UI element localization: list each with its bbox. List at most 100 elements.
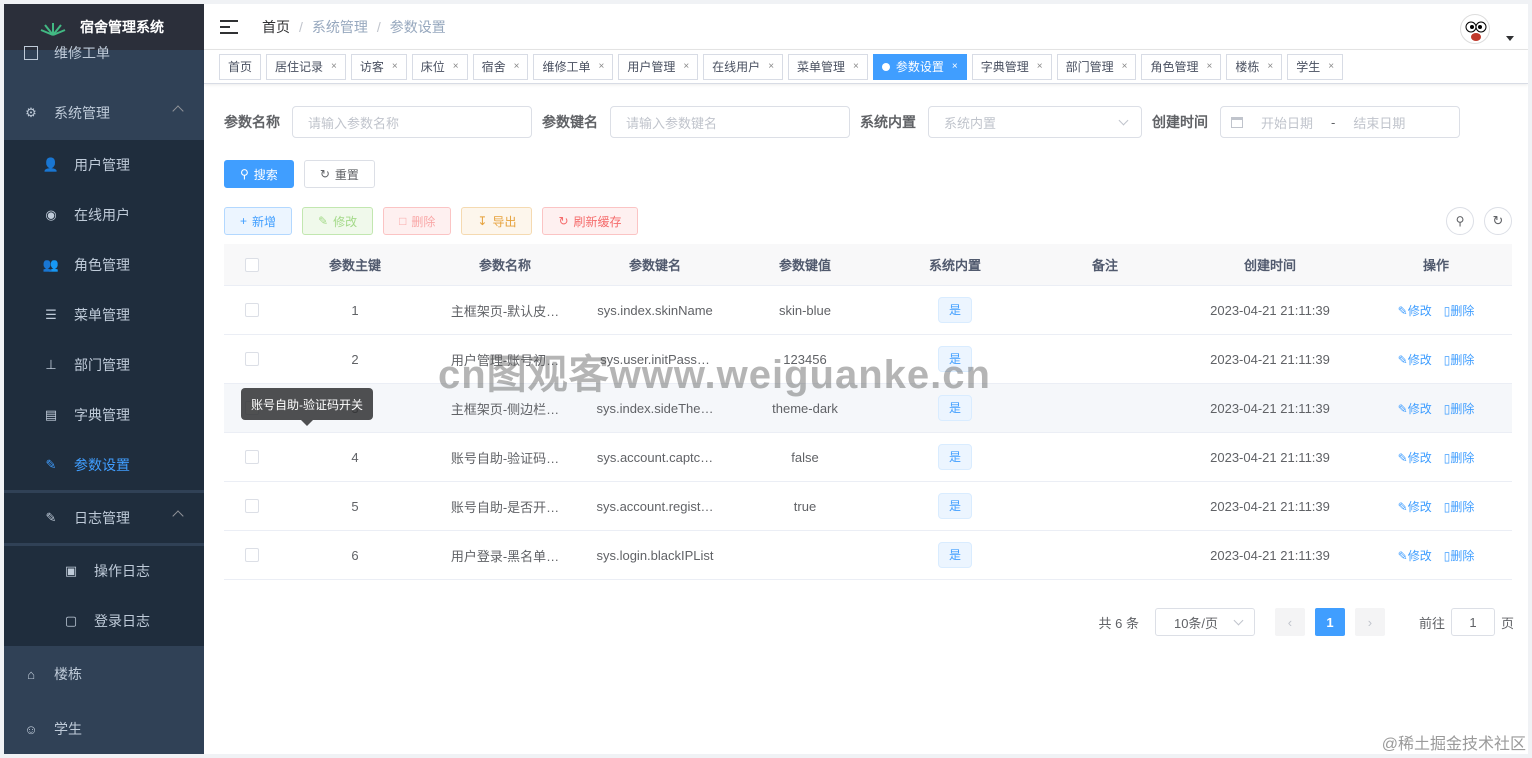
column-header: 参数主键 [328,258,381,273]
close-icon[interactable]: × [952,55,958,79]
close-icon[interactable]: × [1328,55,1334,79]
row-edit-button[interactable]: ✎修改 [1398,402,1432,416]
prev-page-button[interactable]: ‹ [1274,608,1305,636]
row-delete-button[interactable]: ▯删除 [1444,451,1475,465]
row-edit-button[interactable]: ✎修改 [1398,451,1432,465]
row-edit-button[interactable]: ✎修改 [1398,304,1432,318]
sidebar-item-12[interactable]: ☺ 学生 [4,704,204,754]
sidebar-item-1[interactable]: 👤 用户管理 [4,140,204,190]
reset-button[interactable]: ↻ 重置 [303,160,375,188]
sidebar: 维修工单 宿舍管理系统 ⚙ 系统管理 👤 用户管理 ◉ 在线用户 👥 角色管理 ☰ 菜单管理 ⊥ 部门… [4,4,204,754]
close-icon[interactable]: × [1037,55,1043,79]
close-icon[interactable]: × [683,55,689,79]
row-delete-button[interactable]: ▯删除 [1444,304,1475,318]
edit-icon: ✎ [1397,303,1408,318]
breadcrumb-item[interactable]: 首页 [262,17,290,37]
refresh-cache-button[interactable]: ↻ 刷新缓存 [542,207,638,235]
tab-1[interactable]: 居住记录 × [266,53,346,80]
tab-14[interactable]: 学生 × [1287,53,1344,80]
close-icon[interactable]: × [1267,55,1273,79]
sidebar-item-11[interactable]: ⌂ 楼栋 [4,649,204,699]
close-icon[interactable]: × [853,55,859,79]
row-edit-button[interactable]: ✎修改 [1398,353,1432,367]
tab-13[interactable]: 楼栋 × [1226,53,1283,80]
row-delete-button[interactable]: ▯删除 [1444,500,1475,514]
config-type-select[interactable]: 系统内置 [928,106,1142,138]
tab-5[interactable]: 维修工单 × [533,53,614,80]
sidebar-item-10[interactable]: ▢ 登录日志 [4,596,204,646]
row-delete-button[interactable]: ▯删除 [1444,402,1475,416]
tab-12[interactable]: 角色管理 × [1141,53,1222,80]
row-delete-button[interactable]: ▯删除 [1444,353,1475,367]
table-row[interactable]: 6 用户登录-黑名单… sys.login.blackIPList 是 2023-04-… [224,531,1512,580]
table-row[interactable]: 5 账号自助-是否开… sys.account.regist… true 是 2023-0… [224,482,1512,531]
row-checkbox[interactable] [245,499,259,513]
date-range-picker[interactable]: 开始日期 - 结束日期 [1220,106,1460,138]
close-icon[interactable]: × [392,55,398,79]
avatar[interactable] [1460,14,1490,44]
row-checkbox[interactable] [245,548,259,562]
table-row[interactable]: 4 账号自助-验证码… sys.account.captc… false 是 2023-0… [224,433,1512,482]
add-button[interactable]: + 新增 [224,207,293,235]
sidebar-item-7[interactable]: ✎ 参数设置 [4,440,204,490]
sidebar-item-5[interactable]: ⊥ 部门管理 [4,340,204,390]
cell-key: sys.login.blackIPList [596,547,714,563]
close-icon[interactable]: × [331,55,337,79]
tab-3[interactable]: 床位 × [411,53,468,80]
sidebar-item-2[interactable]: ◉ 在线用户 [4,190,204,240]
tab-7[interactable]: 在线用户 × [703,53,784,80]
close-icon[interactable]: × [768,55,774,79]
config-name-input[interactable]: 请输入参数名称 [292,106,532,138]
export-button[interactable]: ↧ 导出 [461,207,533,235]
close-icon[interactable]: × [514,55,520,79]
toggle-search-button[interactable]: ⚲ [1446,207,1474,235]
table-row[interactable]: 1 主框架页-默认皮… sys.index.skinName skin-blue 是 20… [224,286,1512,335]
caret-down-icon[interactable] [1506,36,1514,41]
building-icon: ⌂ [27,666,35,682]
sidebar-item-partial[interactable]: 维修工单 [4,38,204,68]
refresh-table-button[interactable]: ↻ [1484,207,1512,235]
tab-10[interactable]: 字典管理 × [971,53,1052,80]
tab-6[interactable]: 用户管理 × [618,53,699,80]
cell-id: 1 [351,302,359,318]
edit-button[interactable]: ✎ 修改 [302,207,374,235]
row-edit-button[interactable]: ✎修改 [1398,500,1432,514]
row-checkbox[interactable] [245,352,259,366]
tab-8[interactable]: 菜单管理 × [788,53,868,80]
search-button[interactable]: ⚲ 搜索 [224,160,294,188]
delete-button[interactable]: □ 删除 [383,207,452,235]
tab-11[interactable]: 部门管理 × [1056,53,1137,80]
page-size-select[interactable]: 10条/页 [1154,608,1255,636]
row-checkbox[interactable] [245,303,259,317]
sidebar-item-4[interactable]: ☰ 菜单管理 [4,290,204,340]
column-header: 操作 [1422,258,1449,273]
tab-4[interactable]: 宿舍 × [472,53,529,80]
hamburger-icon[interactable] [220,19,238,34]
close-icon[interactable]: × [1122,55,1128,79]
tab-0[interactable]: 首页 [219,53,262,80]
sidebar-item-label: 日志管理 [74,510,130,526]
config-type-label: 系统内置 [860,114,916,130]
close-icon[interactable]: × [1206,55,1212,79]
sidebar-item-0[interactable]: ⚙ 系统管理 [4,88,204,138]
search-form: 参数名称 请输入参数名称 参数键名 请输入参数键名 系统内置 系统内置 创建时间… [224,106,1470,138]
next-page-button[interactable]: › [1354,608,1385,636]
select-all-checkbox[interactable] [245,257,259,272]
goto-page-input[interactable]: 1 [1450,608,1495,636]
row-checkbox[interactable] [245,450,259,464]
sidebar-item-3[interactable]: 👥 角色管理 [4,240,204,290]
row-edit-button[interactable]: ✎修改 [1398,549,1432,563]
close-icon[interactable]: × [598,55,604,79]
config-key-input[interactable]: 请输入参数键名 [610,106,850,138]
sidebar-item-8[interactable]: ✎ 日志管理 [4,493,204,543]
row-delete-button[interactable]: ▯删除 [1444,549,1475,563]
chevron-up-icon [172,510,184,522]
close-icon[interactable]: × [453,55,459,79]
sidebar-item-6[interactable]: ▤ 字典管理 [4,390,204,440]
page-number[interactable]: 1 [1314,608,1345,636]
sidebar-item-9[interactable]: ▣ 操作日志 [4,546,204,596]
tab-2[interactable]: 访客 × [350,53,407,80]
tab-9[interactable]: 参数设置 × [872,53,967,80]
cell-key: sys.index.skinName [597,302,713,318]
avatar-face-icon [1465,21,1487,41]
